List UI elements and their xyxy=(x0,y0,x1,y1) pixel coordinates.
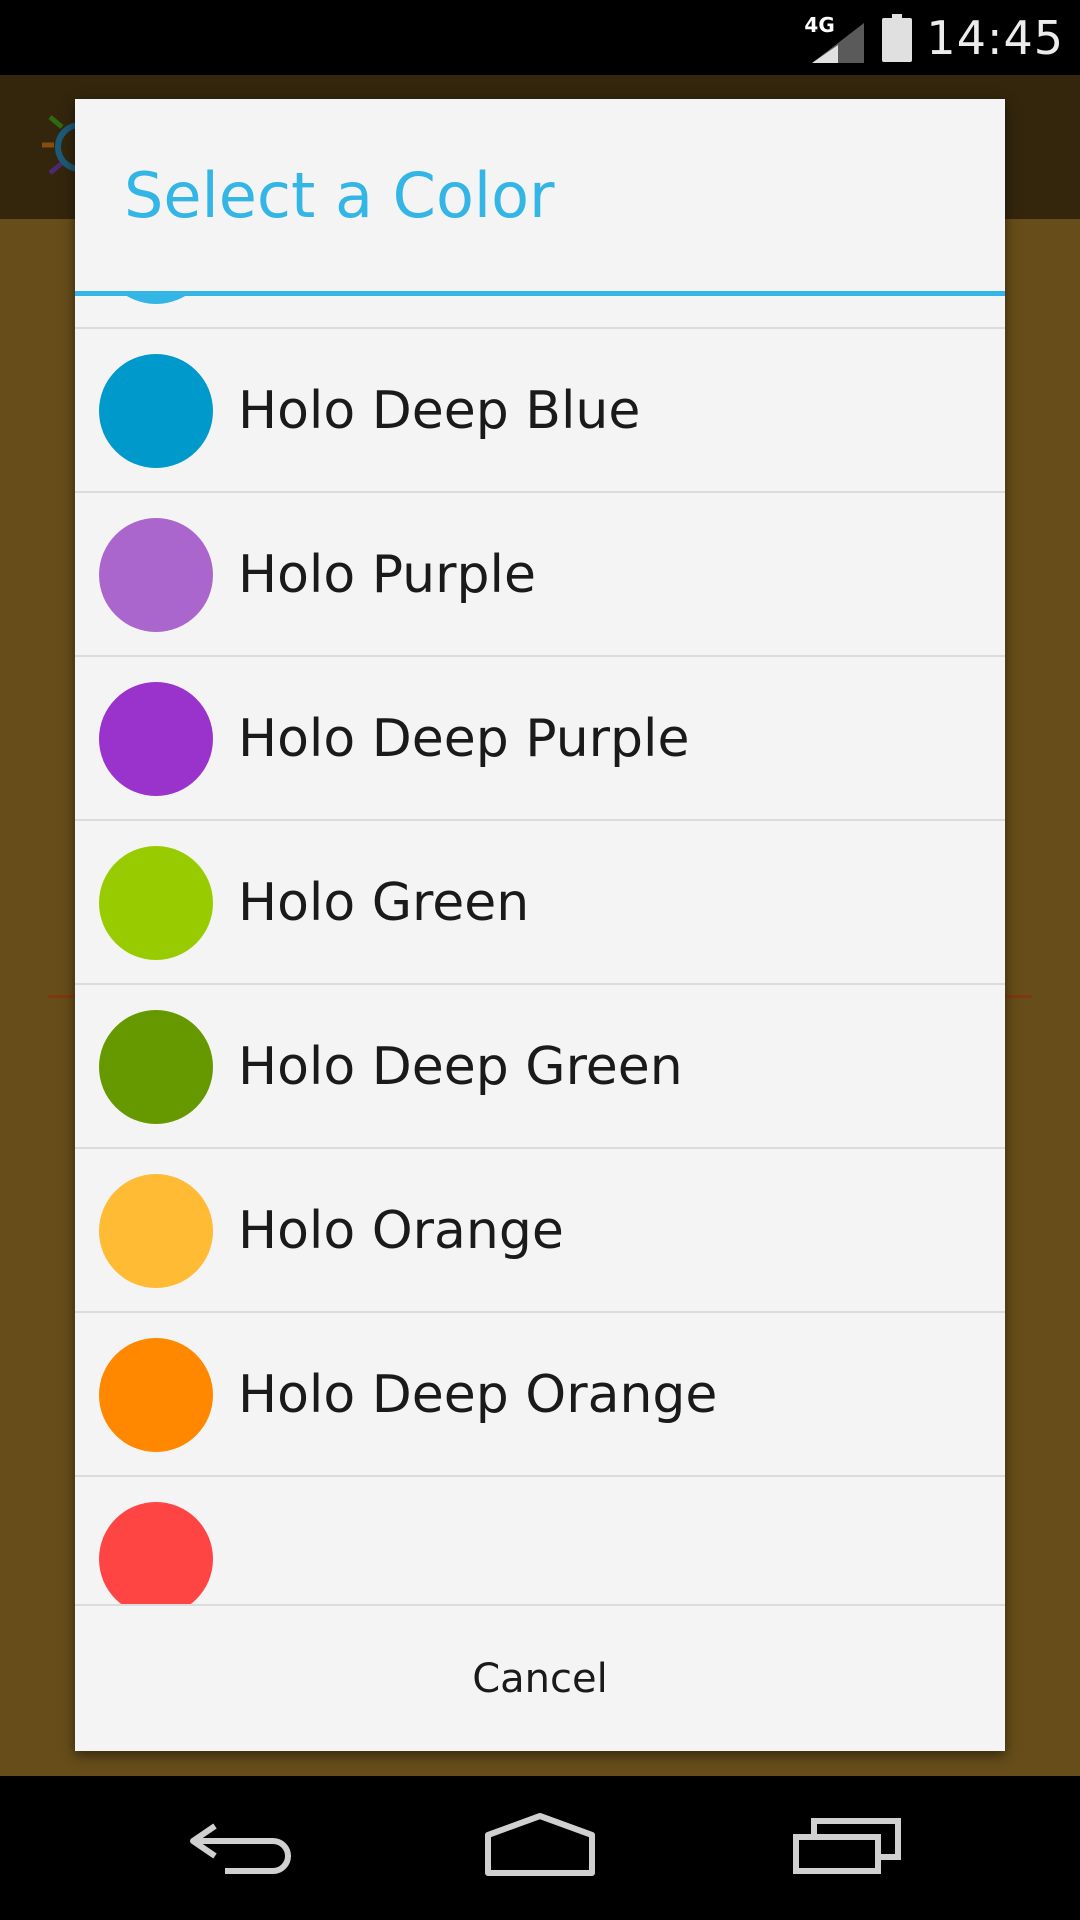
recents-button[interactable] xyxy=(780,1796,920,1896)
color-option-label: Holo Deep Green xyxy=(238,1037,683,1097)
color-list[interactable]: Holo Blue Holo Deep Blue Holo Purple Holo D… xyxy=(75,296,1005,1704)
color-option[interactable]: Holo Green xyxy=(75,821,1005,985)
color-swatch xyxy=(99,1502,213,1616)
color-swatch xyxy=(99,682,213,796)
color-option-label: Holo Deep Purple xyxy=(238,709,690,769)
color-swatch xyxy=(99,296,213,304)
home-button[interactable] xyxy=(470,1796,610,1896)
color-option[interactable]: Holo Purple xyxy=(75,493,1005,657)
back-button[interactable] xyxy=(170,1796,310,1896)
dialog-title: Select a Color xyxy=(124,159,555,232)
color-swatch xyxy=(99,354,213,468)
color-swatch xyxy=(99,1010,213,1124)
color-option-label: Holo Deep Blue xyxy=(238,381,641,441)
color-option-label: Holo Purple xyxy=(238,545,536,605)
color-swatch xyxy=(99,518,213,632)
color-swatch xyxy=(99,1338,213,1452)
color-option-label: Holo Green xyxy=(238,873,530,933)
color-option-label: Holo Orange xyxy=(238,1201,564,1261)
color-option-label: Holo Deep Orange xyxy=(238,1365,718,1425)
cancel-button[interactable]: Cancel xyxy=(75,1606,1005,1751)
recents-icon xyxy=(793,1818,901,1874)
dialog-button-bar: Cancel xyxy=(75,1604,1005,1751)
navigation-bar xyxy=(0,1776,1080,1920)
clock: 14:45 xyxy=(926,10,1064,65)
signal-icon: 4G xyxy=(804,13,868,63)
battery-icon xyxy=(882,13,913,62)
color-option-label: Holo Blue xyxy=(238,296,487,329)
status-bar: 4G 14:45 xyxy=(0,0,1080,75)
back-icon xyxy=(190,1823,291,1874)
color-option[interactable]: Holo Deep Purple xyxy=(75,657,1005,821)
color-option[interactable]: Holo Blue xyxy=(75,296,1005,329)
status-icons: 4G 14:45 xyxy=(804,0,1064,75)
color-swatch xyxy=(99,846,213,960)
home-icon xyxy=(485,1813,595,1876)
color-option[interactable]: Holo Deep Blue xyxy=(75,329,1005,493)
color-option[interactable]: Holo Orange xyxy=(75,1149,1005,1313)
color-picker-dialog: Select a Color Holo BlueHolo Deep BlueHo… xyxy=(75,99,1005,1751)
color-option[interactable]: Holo Deep Green xyxy=(75,985,1005,1149)
color-swatch xyxy=(99,1174,213,1288)
color-option[interactable]: Holo Deep Orange xyxy=(75,1313,1005,1477)
